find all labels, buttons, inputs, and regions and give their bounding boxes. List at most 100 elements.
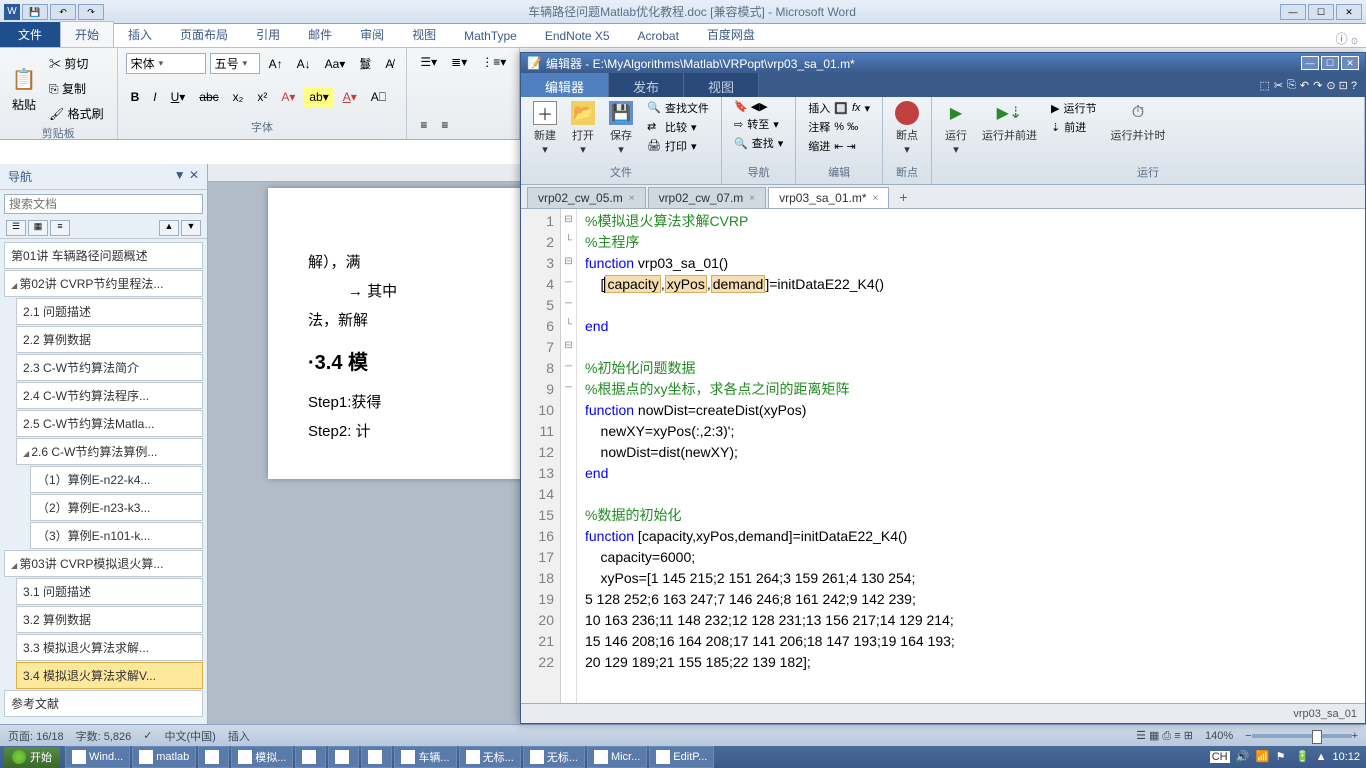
status-page[interactable]: 页面: 16/18 bbox=[8, 728, 64, 744]
tab-mail[interactable]: 邮件 bbox=[294, 22, 346, 47]
close-tab-icon[interactable]: × bbox=[629, 193, 635, 204]
nav-item[interactable]: 第02讲 CVRP节约里程法... bbox=[4, 270, 203, 297]
goto-button[interactable]: 🔖 ◀▶ bbox=[730, 99, 787, 114]
status-proof[interactable]: ✓ bbox=[143, 729, 152, 742]
strike-button[interactable]: abc bbox=[194, 87, 223, 107]
taskbar-item[interactable]: 无标... bbox=[523, 746, 585, 768]
qat-undo[interactable]: ↶ bbox=[50, 4, 76, 20]
breakpoints-button[interactable]: 断点▾ bbox=[891, 99, 923, 158]
matlab-qat-item[interactable]: ✂ bbox=[1274, 79, 1283, 92]
char-border[interactable]: A⎕ bbox=[366, 87, 391, 108]
nav-item[interactable]: 3.4 模拟退火算法求解V... bbox=[16, 662, 203, 689]
matlab-tab-publish[interactable]: 发布 bbox=[609, 73, 684, 97]
zoom-in[interactable]: + bbox=[1352, 730, 1358, 742]
tab-insert[interactable]: 插入 bbox=[114, 22, 166, 47]
nav-view-results[interactable]: ≡ bbox=[50, 220, 70, 236]
tab-mathtype[interactable]: MathType bbox=[450, 25, 531, 47]
tab-endnote[interactable]: EndNote X5 bbox=[531, 25, 624, 47]
minimize-button[interactable]: — bbox=[1280, 4, 1306, 20]
matlab-close[interactable]: ✕ bbox=[1341, 56, 1359, 70]
align-center[interactable]: ≡ bbox=[436, 115, 453, 135]
add-tab-button[interactable]: + bbox=[891, 186, 915, 208]
print-button[interactable]: 🖨打印 ▾ bbox=[643, 137, 713, 155]
nav-item[interactable]: 2.4 C-W节约算法程序... bbox=[16, 382, 203, 409]
taskbar-item[interactable]: Wind... bbox=[65, 746, 130, 768]
matlab-minimize[interactable]: — bbox=[1301, 56, 1319, 70]
tray-expand[interactable]: ▲ bbox=[1316, 751, 1327, 763]
ime-indicator[interactable]: CH bbox=[1210, 751, 1230, 763]
matlab-qat-item[interactable]: ⬚ bbox=[1259, 79, 1269, 92]
highlight-button[interactable]: ab▾ bbox=[304, 87, 333, 107]
copy-button[interactable]: ⎘ 复制 bbox=[44, 77, 109, 100]
italic-button[interactable]: I bbox=[148, 87, 161, 107]
save-button[interactable]: 💾保存▾ bbox=[605, 99, 637, 158]
run-advance-button[interactable]: ▶⇣运行并前进 bbox=[978, 99, 1041, 145]
qat-save[interactable]: 💾 bbox=[22, 4, 48, 20]
nav-item[interactable]: （2）算例E-n23-k3... bbox=[30, 494, 203, 521]
nav-tree[interactable]: 第01讲 车辆路径问题概述第02讲 CVRP节约里程法...2.1 问题描述2.… bbox=[0, 239, 207, 724]
goto-dropdown[interactable]: ⇨ 转至 ▾ bbox=[730, 115, 787, 133]
tray-icon[interactable]: ⚑ bbox=[1276, 750, 1290, 764]
numbering[interactable]: ≣▾ bbox=[446, 52, 472, 72]
nav-item[interactable]: 第01讲 车辆路径问题概述 bbox=[4, 242, 203, 269]
nav-item[interactable]: 2.2 算例数据 bbox=[16, 326, 203, 353]
nav-item[interactable]: 3.2 算例数据 bbox=[16, 606, 203, 633]
tray-icon[interactable]: 🔊 bbox=[1236, 750, 1250, 764]
taskbar-item[interactable]: 模拟... bbox=[231, 746, 293, 768]
bold-button[interactable]: B bbox=[126, 87, 145, 107]
taskbar-item[interactable] bbox=[328, 746, 359, 768]
matlab-maximize[interactable]: ☐ bbox=[1321, 56, 1339, 70]
nav-prev[interactable]: ▲ bbox=[159, 220, 179, 236]
font-color-button[interactable]: A▾ bbox=[338, 87, 362, 107]
subscript-button[interactable]: x₂ bbox=[228, 87, 249, 107]
nav-search-input[interactable] bbox=[4, 194, 203, 214]
tab-home[interactable]: 开始 bbox=[60, 21, 114, 47]
taskbar-item[interactable] bbox=[295, 746, 326, 768]
paste-icon[interactable]: 📋 bbox=[8, 64, 40, 96]
nav-item[interactable]: 参考文献 bbox=[4, 690, 203, 717]
text-effects[interactable]: A▾ bbox=[276, 87, 300, 107]
code-area[interactable]: %模拟退火算法求解CVRP %主程序 function vrp03_sa_01(… bbox=[577, 209, 1365, 703]
font-name-combo[interactable]: 宋体 bbox=[126, 53, 206, 74]
maximize-button[interactable]: ☐ bbox=[1308, 4, 1334, 20]
matlab-tab-view[interactable]: 视图 bbox=[684, 73, 759, 97]
matlab-qat-item[interactable]: ↷ bbox=[1313, 79, 1322, 92]
qat-redo[interactable]: ↷ bbox=[78, 4, 104, 20]
font-size-combo[interactable]: 五号 bbox=[210, 53, 260, 74]
tray-icon[interactable]: 🔋 bbox=[1296, 750, 1310, 764]
tab-layout[interactable]: 页面布局 bbox=[166, 22, 242, 47]
tab-ref[interactable]: 引用 bbox=[242, 22, 294, 47]
phonetic[interactable]: 鬘 bbox=[354, 52, 376, 75]
clear-format[interactable]: A̸ bbox=[380, 54, 398, 74]
nav-item[interactable]: 3.1 问题描述 bbox=[16, 578, 203, 605]
superscript-button[interactable]: x² bbox=[252, 87, 272, 107]
start-button[interactable]: 开始 bbox=[4, 747, 60, 767]
comment-button[interactable]: 注释 % ‰ bbox=[804, 118, 874, 136]
tab-acrobat[interactable]: Acrobat bbox=[624, 25, 693, 47]
multilevel[interactable]: ⋮≡▾ bbox=[476, 52, 511, 72]
matlab-tab-editor[interactable]: 编辑器 bbox=[521, 73, 609, 97]
indent-button[interactable]: 缩进 ⇤ ⇥ bbox=[804, 137, 874, 155]
clock[interactable]: 10:12 bbox=[1332, 751, 1360, 763]
find-button[interactable]: 🔍 查找 ▾ bbox=[730, 134, 787, 152]
system-tray[interactable]: CH 🔊 📶 ⚑ 🔋 ▲ 10:12 bbox=[1204, 750, 1366, 764]
taskbar-item[interactable]: 车辆... bbox=[394, 746, 456, 768]
close-button[interactable]: ✕ bbox=[1336, 4, 1362, 20]
advance-button[interactable]: ⇣ 前进 bbox=[1047, 118, 1100, 136]
format-painter-button[interactable]: 🖌 格式刷 bbox=[44, 102, 109, 125]
tab-review[interactable]: 审阅 bbox=[346, 22, 398, 47]
taskbar-item[interactable] bbox=[361, 746, 392, 768]
zoom-label[interactable]: 140% bbox=[1205, 730, 1233, 742]
status-insert[interactable]: 插入 bbox=[228, 728, 250, 744]
matlab-titlebar[interactable]: 📝 编辑器 - E:\MyAlgorithms\Matlab\VRPopt\vr… bbox=[521, 53, 1365, 73]
file-tab[interactable]: vrp03_sa_01.m*× bbox=[768, 187, 889, 208]
taskbar-item[interactable]: 无标... bbox=[459, 746, 521, 768]
taskbar-item[interactable]: matlab bbox=[132, 746, 196, 768]
matlab-qat-help[interactable]: ⊙ ⊡ ? bbox=[1326, 79, 1357, 92]
fold-column[interactable]: ⊟ └ ⊟──└ ⊟── bbox=[561, 209, 577, 703]
file-tab[interactable]: vrp02_cw_07.m× bbox=[648, 187, 767, 208]
underline-button[interactable]: U▾ bbox=[166, 87, 191, 107]
change-case[interactable]: Aa▾ bbox=[320, 54, 351, 74]
tray-icon[interactable]: 📶 bbox=[1256, 750, 1270, 764]
tab-view[interactable]: 视图 bbox=[398, 22, 450, 47]
